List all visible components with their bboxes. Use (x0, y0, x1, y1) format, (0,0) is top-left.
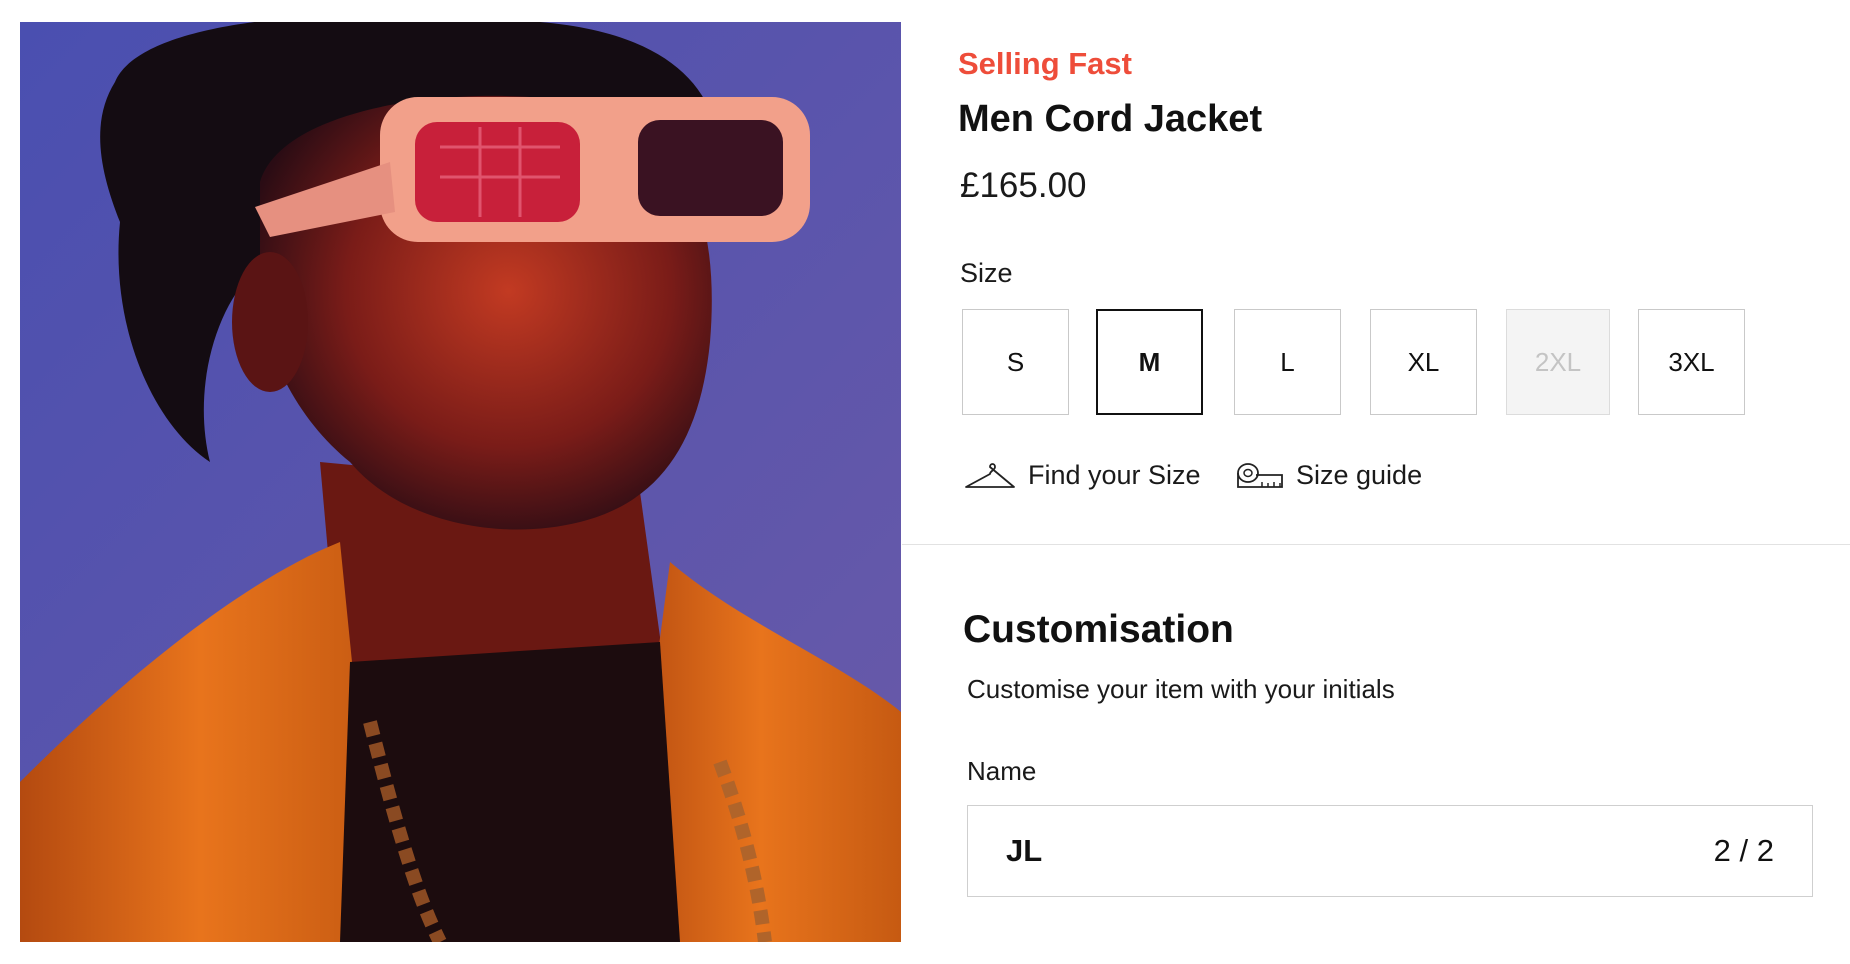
product-title: Men Cord Jacket (958, 98, 1263, 140)
size-guide-label: Size guide (1296, 460, 1423, 490)
stock-status-badge: Selling Fast (958, 46, 1132, 81)
size-option-m[interactable]: M (1096, 309, 1203, 415)
product-image[interactable] (20, 22, 901, 942)
size-option-xl[interactable]: XL (1370, 309, 1477, 415)
size-label: Size (960, 258, 1013, 288)
size-guide-link[interactable]: Size guide (1236, 460, 1422, 491)
character-counter: 2 / 2 (1713, 833, 1774, 868)
tape-measure-icon (1237, 462, 1283, 488)
customisation-title: Customisation (963, 608, 1234, 651)
size-option-3xl[interactable]: 3XL (1638, 309, 1745, 415)
product-details-panel: Selling Fast Men Cord Jacket £165.00 Siz… (902, 0, 1850, 964)
size-option-s[interactable]: S (962, 309, 1069, 415)
size-option-l[interactable]: L (1234, 309, 1341, 415)
size-option-2xl: 2XL (1506, 309, 1610, 415)
product-price: £165.00 (960, 166, 1087, 205)
initials-input-value: JL (1006, 833, 1043, 868)
customisation-subtitle: Customise your item with your initials (967, 674, 1395, 704)
find-your-size-label: Find your Size (1028, 460, 1201, 490)
product-photo-illustration (20, 22, 901, 942)
section-divider (902, 544, 1850, 545)
name-field-label: Name (967, 756, 1037, 786)
initials-input[interactable]: JL 2 / 2 (967, 805, 1813, 897)
find-your-size-link[interactable]: Find your Size (964, 460, 1201, 491)
hanger-icon (965, 462, 1015, 488)
